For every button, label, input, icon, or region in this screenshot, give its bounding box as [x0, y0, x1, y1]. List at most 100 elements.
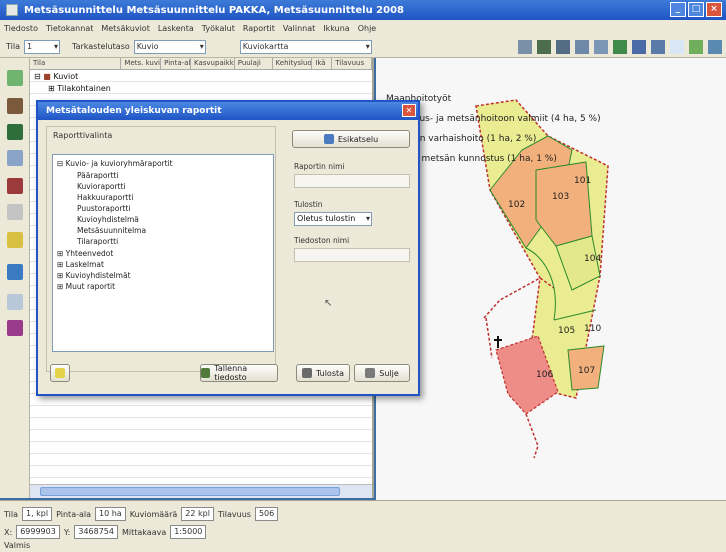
print-button[interactable]: Tulosta	[296, 364, 350, 382]
left-tool-strip	[0, 58, 30, 498]
survey-tool-icon[interactable]	[7, 150, 23, 166]
stand-number-label[interactable]: 105	[558, 326, 575, 336]
status-value: 1:5000	[170, 525, 207, 539]
status-value: 10 ha	[95, 507, 126, 521]
export-button[interactable]: Tallenna tiedosto	[200, 364, 278, 382]
column-header[interactable]: Kasvupaikka	[191, 58, 235, 69]
list-item[interactable]: ⊞ Tilakohtainen	[48, 84, 111, 93]
file-name-label: Tiedoston nimi	[294, 236, 350, 245]
window-controls: _ □ ×	[670, 2, 722, 17]
zoom-full-icon[interactable]	[651, 40, 665, 54]
map-pane[interactable]: Maanhoitotyöt Lannoitus- ja metsänhoitoo…	[376, 58, 726, 500]
menu-bar: Tiedosto Tietokannat Metsäkuviot Laskent…	[0, 20, 726, 36]
report-tree-item[interactable]: ⊞ Yhteenvedot	[57, 249, 113, 258]
report-tree-item[interactable]: ⊞ Laskelmat	[57, 260, 104, 269]
status-bar: Tila 1, kpl Pinta-ala 10 ha Kuviomäärä 2…	[0, 500, 726, 552]
report-tree[interactable]: ⊟ Kuvio- ja kuvioryhmäraportit Pääraport…	[52, 154, 274, 352]
menu-item-databases[interactable]: Tietokannat	[46, 24, 93, 33]
column-header[interactable]: Ikä	[312, 58, 333, 69]
stand-list-header: Tila Mets. kuvio Pinta-ala Kasvupaikka P…	[30, 58, 372, 70]
report-tree-item[interactable]: ⊞ Muut raportit	[57, 282, 115, 291]
column-header[interactable]: Kehitysluokka	[273, 58, 313, 69]
status-value: 1, kpl	[22, 507, 53, 521]
report-tree-item[interactable]: Metsäsuunnitelma	[77, 226, 146, 235]
stand-number-label[interactable]: 106	[536, 370, 553, 380]
report-tree-item[interactable]: ⊟ Kuvio- ja kuvioryhmäraportit	[57, 159, 173, 168]
column-header[interactable]: Tilavuus	[332, 58, 372, 69]
column-header[interactable]: Tila	[30, 58, 122, 69]
menu-item-options[interactable]: Valinnat	[283, 24, 315, 33]
report-tree-item[interactable]: Kuvioyhdistelmä	[77, 215, 139, 224]
tree-tool-icon[interactable]	[7, 124, 23, 140]
help-button[interactable]	[50, 364, 70, 382]
report-name-field[interactable]	[294, 174, 410, 188]
tarkastelu-select[interactable]: Kuvio	[133, 39, 206, 54]
stand-number-label[interactable]: 102	[508, 200, 525, 210]
dialog-close-action-button[interactable]: Sulje	[354, 364, 410, 382]
report-tree-item[interactable]: Hakkuuraportti	[77, 193, 133, 202]
printer-select[interactable]: Oletus tulostin	[294, 212, 372, 226]
menu-item-tools[interactable]: Työkalut	[202, 24, 235, 33]
list-item[interactable]: ⊟ ■ Kuviot	[34, 72, 78, 81]
crosshair-icon	[494, 336, 502, 348]
select-tool-icon[interactable]	[7, 70, 23, 86]
file-name-field[interactable]	[294, 248, 410, 262]
dialog-close-button[interactable]: ✕	[402, 104, 416, 117]
minus-icon[interactable]	[670, 40, 684, 54]
menu-item-file[interactable]: Tiedosto	[4, 24, 38, 33]
stand-map[interactable]	[376, 58, 726, 500]
zoom-out-icon[interactable]	[632, 40, 646, 54]
layers-icon[interactable]	[708, 40, 722, 54]
draw-tool-icon[interactable]	[7, 204, 23, 220]
toolbar-icons	[518, 40, 722, 54]
preview-button[interactable]: Esikatselu	[292, 130, 410, 148]
menu-item-help[interactable]: Ohje	[358, 24, 377, 33]
maximize-button[interactable]: □	[688, 2, 704, 17]
minimize-button[interactable]: _	[670, 2, 686, 17]
menu-item-stands[interactable]: Metsäkuviot	[101, 24, 149, 33]
pointer-icon[interactable]	[518, 40, 532, 54]
book-tool-icon[interactable]	[7, 264, 23, 280]
horizontal-scrollbar[interactable]	[30, 484, 372, 498]
column-header[interactable]: Mets. kuvio	[121, 58, 162, 69]
help-icon	[55, 368, 65, 378]
pin-icon[interactable]	[537, 40, 551, 54]
layers-tool-icon[interactable]	[7, 320, 23, 336]
edit-tool-icon[interactable]	[7, 98, 23, 114]
report-tree-item[interactable]: Tilaraportti	[77, 237, 118, 246]
dialog-title: Metsätalouden yleiskuvan raportit ✕	[38, 102, 418, 120]
stand-number-label[interactable]: 103	[552, 192, 569, 202]
zoom-in-icon[interactable]	[613, 40, 627, 54]
search-tool-icon[interactable]	[7, 294, 23, 310]
mouse-cursor-icon: ↖	[324, 298, 333, 309]
report-tree-item[interactable]: Kuvioraportti	[77, 182, 126, 191]
grid-icon[interactable]	[689, 40, 703, 54]
status-label: Y:	[63, 527, 71, 537]
report-tree-item[interactable]: Pääraportti	[77, 171, 118, 180]
flag-icon[interactable]	[575, 40, 589, 54]
tila-select[interactable]: 1	[24, 39, 60, 54]
harvest-tool-icon[interactable]	[7, 178, 23, 194]
menu-item-reports[interactable]: Raportit	[243, 24, 275, 33]
menu-item-calculation[interactable]: Laskenta	[158, 24, 194, 33]
column-header[interactable]: Puulaji	[235, 58, 273, 69]
status-row-2: X: 6999903 Y: 3468754 Mittakaava 1:5000	[4, 525, 207, 539]
status-value: 3468754	[74, 525, 118, 539]
note-tool-icon[interactable]	[7, 232, 23, 248]
stand-number-label[interactable]: 101	[574, 176, 591, 186]
stand-boundary-line	[525, 413, 539, 459]
layer-select[interactable]: Kuviokartta	[239, 39, 372, 54]
window-title: Metsäsuunnittelu Metsäsuunnittelu PAKKA,…	[24, 4, 405, 16]
stand-number-label[interactable]: 104	[584, 254, 601, 264]
report-tree-item[interactable]: ⊞ Kuvioyhdistelmät	[57, 271, 131, 280]
menu-item-window[interactable]: Ikkuna	[323, 24, 349, 33]
close-button[interactable]: ×	[706, 2, 722, 17]
column-header[interactable]: Pinta-ala	[161, 58, 192, 69]
scrollbar-thumb[interactable]	[40, 487, 340, 496]
stand-number-label[interactable]: 107	[578, 366, 595, 376]
report-tree-item[interactable]: Puustoraportti	[77, 204, 130, 213]
printer-icon	[301, 368, 312, 378]
pin2-icon[interactable]	[556, 40, 570, 54]
measure-icon[interactable]	[594, 40, 608, 54]
stand-number-label[interactable]: 110	[584, 324, 601, 334]
